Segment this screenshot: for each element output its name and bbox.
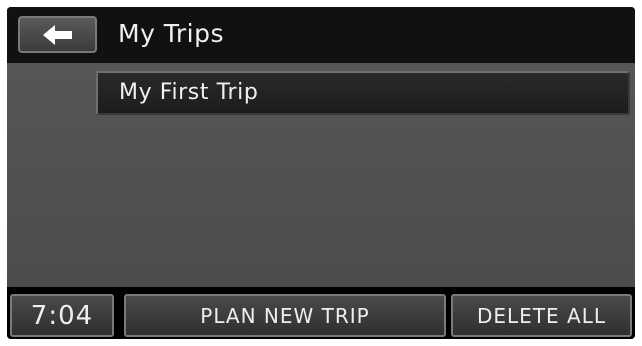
- trip-list-item-label: My First Trip: [119, 80, 259, 105]
- back-button[interactable]: [18, 16, 97, 53]
- clock-display[interactable]: 7:04: [10, 294, 114, 337]
- trip-list: My First Trip: [7, 63, 635, 287]
- trip-list-item[interactable]: My First Trip: [96, 71, 630, 115]
- header-bar: My Trips: [7, 7, 635, 63]
- page-title: My Trips: [118, 19, 225, 48]
- left-arrow-icon: [42, 24, 72, 45]
- delete-all-button[interactable]: DELETE ALL: [451, 294, 632, 337]
- nav-screen: My Trips My First Trip 7:04 PLAN NEW TRI…: [7, 7, 635, 339]
- footer-bar: 7:04 PLAN NEW TRIP DELETE ALL: [7, 287, 635, 339]
- plan-new-trip-button[interactable]: PLAN NEW TRIP: [124, 294, 446, 337]
